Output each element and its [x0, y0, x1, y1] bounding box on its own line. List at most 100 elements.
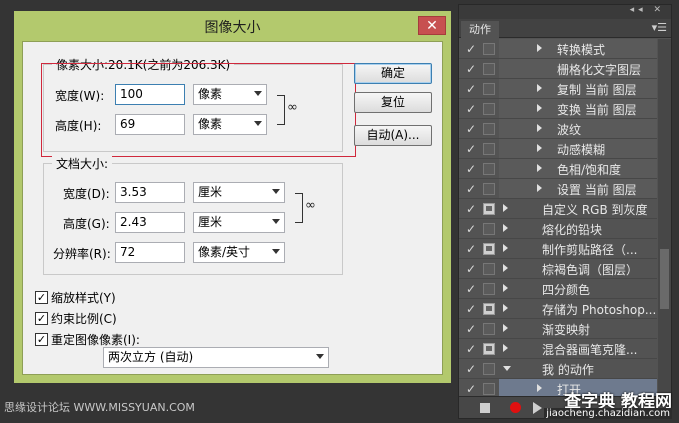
action-item[interactable]: ✓ 波纹 [459, 119, 657, 139]
expand-right-icon[interactable] [537, 184, 542, 192]
dialog-toggle-icon[interactable] [483, 143, 495, 155]
expand-right-icon[interactable] [503, 344, 508, 352]
dialog-toggle-icon[interactable] [483, 363, 495, 375]
expand-right-icon[interactable] [537, 164, 542, 172]
action-item[interactable]: ✓ 复制 当前 图层 [459, 79, 657, 99]
toggle-check-icon[interactable]: ✓ [464, 361, 478, 377]
action-item[interactable]: ✓ 变换 当前 图层 [459, 99, 657, 119]
dialog-toggle-icon[interactable] [483, 223, 495, 235]
dialog-toggle-icon[interactable] [483, 83, 495, 95]
toggle-check-icon[interactable]: ✓ [464, 261, 478, 277]
toggle-check-icon[interactable]: ✓ [464, 81, 478, 97]
doc-height-input[interactable]: 2.43 [115, 212, 185, 233]
action-item[interactable]: ✓ 混合器画笔克隆... [459, 339, 657, 359]
toggle-check-icon[interactable]: ✓ [464, 181, 478, 197]
expand-right-icon[interactable] [503, 264, 508, 272]
action-item-label: 复制 当前 图层 [557, 83, 637, 97]
resample-checkbox[interactable]: ✓ 重定图像像素(I): [35, 331, 140, 348]
action-item[interactable]: ✓ 色相/饱和度 [459, 159, 657, 179]
expand-right-icon[interactable] [537, 84, 542, 92]
resample-method-select[interactable]: 两次立方 (自动) [103, 347, 329, 368]
expand-right-icon[interactable] [537, 144, 542, 152]
action-item[interactable]: ✓ 渐变映射 [459, 319, 657, 339]
dialog-toggle-icon[interactable] [483, 43, 495, 55]
dialog-toggle-icon[interactable] [483, 263, 495, 275]
toggle-check-icon[interactable]: ✓ [464, 61, 478, 77]
expand-right-icon[interactable] [503, 204, 508, 212]
doc-height-unit-select[interactable]: 厘米 [193, 212, 285, 233]
toggle-check-icon[interactable]: ✓ [464, 221, 478, 237]
resolution-unit: 像素/英寸 [198, 245, 251, 259]
action-item[interactable]: ✓ 设置 当前 图层 [459, 179, 657, 199]
toggle-check-icon[interactable]: ✓ [464, 161, 478, 177]
expand-right-icon[interactable] [503, 224, 508, 232]
expand-right-icon[interactable] [537, 124, 542, 132]
expand-right-icon[interactable] [537, 104, 542, 112]
constrain-proportions-checkbox[interactable]: ✓ 约束比例(C) [35, 310, 117, 327]
dialog-toggle-icon[interactable] [483, 203, 495, 215]
toggle-check-icon[interactable]: ✓ [464, 241, 478, 257]
action-item[interactable]: ✓ 转换模式 [459, 39, 657, 59]
reset-button[interactable]: 复位 [354, 92, 432, 113]
dialog-title-bar[interactable]: 图像大小 ✕ [14, 11, 451, 39]
toggle-check-icon[interactable]: ✓ [464, 41, 478, 57]
dialog-toggle-icon[interactable] [483, 343, 495, 355]
toggle-check-icon[interactable]: ✓ [464, 121, 478, 137]
action-item[interactable]: ✓ 存储为 Photoshop... [459, 299, 657, 319]
toggle-check-icon[interactable]: ✓ [464, 101, 478, 117]
stop-icon[interactable] [480, 403, 490, 413]
dialog-toggle-icon[interactable] [483, 183, 495, 195]
scale-styles-checkbox[interactable]: ✓ 缩放样式(Y) [35, 289, 116, 306]
doc-width-input[interactable]: 3.53 [115, 182, 185, 203]
action-item-cell: 波纹 [499, 119, 657, 138]
expand-right-icon[interactable] [537, 384, 542, 392]
play-icon[interactable] [533, 402, 542, 414]
link-icon: ∞ [305, 198, 316, 213]
dialog-toggle-icon[interactable] [483, 163, 495, 175]
close-icon[interactable]: ✕ [418, 16, 446, 35]
expand-right-icon[interactable] [537, 44, 542, 52]
action-item[interactable]: ✓ 栅格化文字图层 [459, 59, 657, 79]
action-item[interactable]: ✓ 自定义 RGB 到灰度 [459, 199, 657, 219]
scrollbar-thumb[interactable] [660, 249, 669, 309]
action-item[interactable]: ✓ 熔化的铅块 [459, 219, 657, 239]
toggle-check-icon[interactable]: ✓ [464, 141, 478, 157]
dialog-toggle-icon[interactable] [483, 303, 495, 315]
dialog-toggle-icon[interactable] [483, 63, 495, 75]
dialog-toggle-icon[interactable] [483, 243, 495, 255]
ok-button[interactable]: 确定 [354, 63, 432, 84]
expand-right-icon[interactable] [503, 284, 508, 292]
dialog-toggle-icon[interactable] [483, 103, 495, 115]
resolution-unit-select[interactable]: 像素/英寸 [193, 242, 285, 263]
toggle-check-icon[interactable]: ✓ [464, 281, 478, 297]
action-item-cell: 存储为 Photoshop... [499, 299, 657, 318]
collapse-close-icon[interactable]: ◂◂ ✕ [630, 5, 665, 15]
tab-actions[interactable]: 动作 [461, 21, 499, 38]
action-item[interactable]: ✓ 动感模糊 [459, 139, 657, 159]
toggle-check-icon[interactable]: ✓ [464, 301, 478, 317]
expand-right-icon[interactable] [503, 304, 508, 312]
dialog-toggle-icon[interactable] [483, 283, 495, 295]
action-item[interactable]: ✓ 棕褐色调（图层） [459, 259, 657, 279]
action-item[interactable]: ✓ 四分颜色 [459, 279, 657, 299]
action-item[interactable]: ✓ 制作剪贴路径（... [459, 239, 657, 259]
panel-menu-icon[interactable]: ▾☰ [652, 21, 667, 34]
resolution-input[interactable]: 72 [115, 242, 185, 263]
toggle-check-icon[interactable]: ✓ [464, 381, 478, 397]
auto-button[interactable]: 自动(A)... [354, 125, 432, 146]
expand-right-icon[interactable] [503, 324, 508, 332]
action-item-label: 设置 当前 图层 [557, 183, 637, 197]
dialog-toggle-icon[interactable] [483, 383, 495, 395]
doc-width-unit-select[interactable]: 厘米 [193, 182, 285, 203]
toggle-check-icon[interactable]: ✓ [464, 341, 478, 357]
toggle-check-icon[interactable]: ✓ [464, 321, 478, 337]
action-item-label: 混合器画笔克隆... [542, 343, 638, 357]
dialog-toggle-icon[interactable] [483, 323, 495, 335]
expand-down-icon[interactable] [503, 366, 511, 371]
panel-scrollbar[interactable] [658, 39, 671, 396]
action-item[interactable]: ✓ 我 的动作 [459, 359, 657, 379]
record-icon[interactable] [510, 402, 521, 413]
expand-right-icon[interactable] [503, 244, 508, 252]
toggle-check-icon[interactable]: ✓ [464, 201, 478, 217]
dialog-toggle-icon[interactable] [483, 123, 495, 135]
